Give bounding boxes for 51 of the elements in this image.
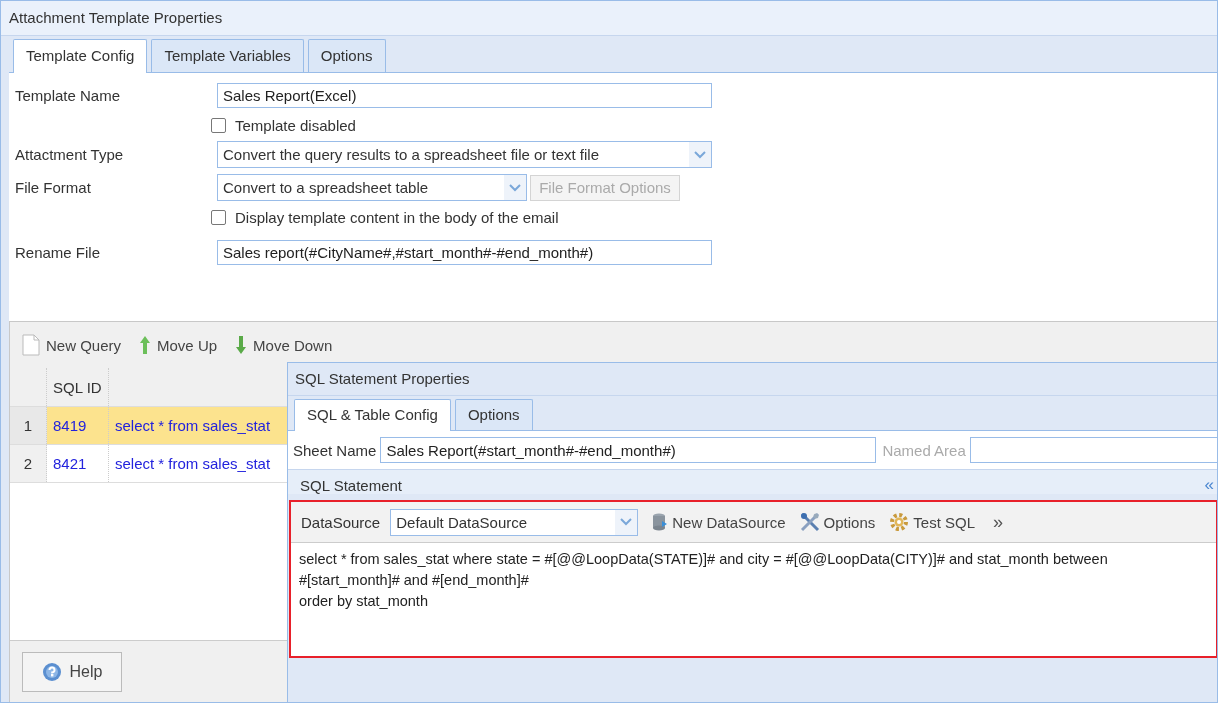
toolbar-button[interactable]: New DataSource [652,513,786,531]
row-number: 1 [10,407,47,444]
checkbox[interactable] [211,117,226,133]
help-icon [41,662,62,682]
field-label: DataSource [301,513,381,531]
field-label: Attactment Type [14,146,125,163]
tools-icon [799,512,820,532]
window-title: SQL Statement Properties [294,369,471,389]
checkbox[interactable] [211,209,226,225]
arrow-down-icon [235,335,248,355]
dropdown[interactable]: Convert the query results to a spreadsheet file or text file [217,141,712,168]
checkbox-label: Template disabled [235,116,356,134]
toolbar-button[interactable]: Options [799,512,876,532]
dropdown[interactable]: Convert to a spreadsheet table [217,174,527,201]
toolbar-button[interactable]: Move Down [235,335,333,355]
window-title: Attachment Template Properties [1,1,1217,35]
text-field[interactable]: Sales Report(Excel) [217,83,712,108]
field-label: Sheet Name [293,441,377,459]
gear-icon [889,512,910,532]
text-field[interactable]: Sales report(#CityName#,#start_month#-#end_month#) [217,240,712,265]
section-title: SQL Statement [300,477,402,494]
field-label: Named Area [882,441,966,459]
toolbar-button[interactable]: Move Up [139,335,218,355]
database-icon [652,513,669,531]
field-label: Rename File [14,244,102,261]
chevron-down-icon [619,517,634,527]
table-cell: 8421 [47,445,109,482]
dropdown[interactable]: Default DataSource [390,508,639,536]
text-field[interactable]: Sales Report(#start_month#-#end_month#) [380,437,877,463]
document-icon [22,334,40,356]
row-number: 2 [10,445,47,482]
table-row[interactable]: 2 8421 select * from sales_stat [10,445,288,483]
arrow-up-icon [139,335,152,355]
tab[interactable]: Options [307,39,386,72]
field-label: Template Name [14,87,122,104]
sql-editor[interactable]: select * from sales_stat where state = #[@@LoopData(STATE)]# and city = #[@@LoopData(CITY)]# and stat_month between #[start_month]# and #[end_month]# order by stat_month [291,543,1216,618]
table-cell: 8419 [47,407,109,444]
more-button[interactable]: » [989,511,1008,533]
column-header: SQL ID [47,368,109,406]
tab[interactable]: Options [454,399,533,430]
tab[interactable]: Template Config [13,39,148,73]
help-button[interactable]: Help [22,652,122,692]
toolbar-button[interactable]: New Query [22,334,122,356]
tab[interactable]: Template Variables [151,39,304,72]
chevron-down-icon [693,149,707,160]
toolbar-button[interactable]: Test SQL [889,512,975,532]
chevron-down-icon [508,182,522,193]
table-row[interactable]: 1 8419 select * from sales_stat [10,407,288,445]
field-label: File Format [14,179,92,196]
checkbox-label: Display template content in the body of the email [235,208,559,226]
tab[interactable]: SQL & Table Config [294,399,451,431]
